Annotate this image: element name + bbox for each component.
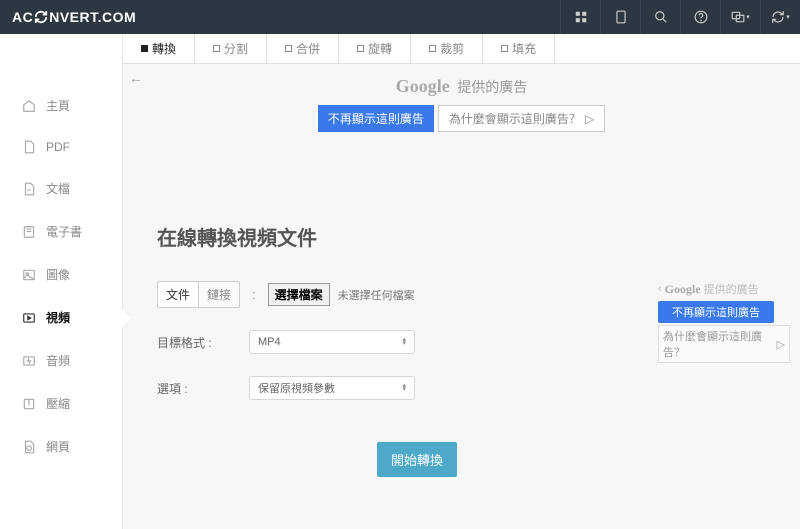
square-icon (213, 45, 220, 52)
square-icon (357, 45, 364, 52)
start-convert-button[interactable]: 開始轉換 (377, 442, 457, 477)
source-row: 文件 鏈接 : 選擇檔案 未選擇任何檔案 (157, 281, 654, 308)
archive-icon (22, 397, 36, 411)
tab-label: 填充 (512, 40, 536, 57)
chevron-left-icon[interactable]: ‹ (658, 283, 662, 295)
grid-icon[interactable] (560, 0, 600, 34)
back-arrow-icon[interactable]: ← (129, 70, 143, 86)
tab-label: 分割 (224, 40, 248, 57)
ad-banner: Google 提供的廣告 不再顯示這則廣告 為什麼會顯示這則廣告？ ▷ (123, 76, 800, 132)
options-row: 選項 : 保留原視頻參數 ▴▾ (157, 376, 654, 400)
square-icon (429, 45, 436, 52)
source-tabs: 文件 鏈接 (157, 281, 240, 308)
sidebar-item-label: 網頁 (46, 438, 70, 455)
side-ad-header: ‹ Google 提供的廣告 (658, 281, 790, 297)
tab-split[interactable]: 分割 (195, 34, 267, 63)
sidebar-item-document[interactable]: W 文檔 (0, 167, 122, 210)
side-ad-why-label: 為什麼會顯示這則廣告？ (663, 328, 774, 360)
target-value: MP4 (258, 336, 281, 348)
audio-icon (22, 354, 36, 368)
sidebar-item-label: 視頻 (46, 309, 70, 326)
language-icon[interactable]: ▾ (720, 0, 760, 34)
side-ad-suffix: 提供的廣告 (704, 281, 759, 297)
sidebar-item-video[interactable]: 視頻 (0, 296, 122, 339)
tab-label: 轉換 (152, 40, 176, 57)
search-icon[interactable] (640, 0, 680, 34)
brand-logo[interactable]: AC NVERT.COM (12, 9, 136, 25)
sidebar-item-label: PDF (46, 140, 70, 154)
tab-merge[interactable]: 合併 (267, 34, 339, 63)
tab-crop[interactable]: 裁剪 (411, 34, 483, 63)
square-icon (501, 45, 508, 52)
target-row: 目標格式 : MP4 ▴▾ (157, 330, 654, 354)
sidebar-item-archive[interactable]: 壓縮 (0, 382, 122, 425)
tab-label: 旋轉 (368, 40, 392, 57)
sidebar-item-label: 音頻 (46, 352, 70, 369)
google-logo-small: Google (665, 282, 701, 297)
google-logo: Google (396, 76, 450, 96)
sidebar-item-label: 主頁 (46, 97, 70, 114)
page-title: 在線轉換視頻文件 (157, 222, 800, 251)
tab-pad[interactable]: 填充 (483, 34, 555, 63)
target-label: 目標格式 (157, 336, 205, 350)
options-label: 選項 (157, 382, 181, 396)
source-tab-url[interactable]: 鏈接 (199, 282, 239, 307)
ad-suffix: 提供的廣告 (457, 79, 527, 95)
sidebar-item-home[interactable]: 主頁 (0, 84, 122, 127)
sidebar-item-pdf[interactable]: PDF (0, 127, 122, 167)
square-icon (141, 45, 148, 52)
sidebar: 主頁 PDF W 文檔 電子書 圖像 視頻 音頻 壓縮 網頁 (0, 34, 122, 529)
sidebar-item-image[interactable]: 圖像 (0, 253, 122, 296)
side-ad-why-button[interactable]: 為什麼會顯示這則廣告？▷ (658, 325, 790, 363)
convert-form: 文件 鏈接 : 選擇檔案 未選擇任何檔案 目標格式 : MP4 ▴▾ (157, 281, 654, 477)
square-icon (285, 45, 292, 52)
side-ad: ‹ Google 提供的廣告 不再顯示這則廣告 為什麼會顯示這則廣告？▷ (658, 281, 790, 477)
ad-why-label: 為什麼會顯示這則廣告？ (449, 110, 581, 127)
tablet-icon[interactable] (600, 0, 640, 34)
play-icon: ▷ (777, 338, 785, 351)
sidebar-item-label: 文檔 (46, 180, 70, 197)
ad-hide-button[interactable]: 不再顯示這則廣告 (318, 105, 434, 132)
book-icon (22, 225, 36, 239)
side-ad-hide-button[interactable]: 不再顯示這則廣告 (658, 301, 774, 323)
brand-post: NVERT.COM (49, 9, 136, 25)
action-tabs: 轉換 分割 合併 旋轉 裁剪 填充 (123, 34, 800, 64)
source-tab-file[interactable]: 文件 (158, 282, 199, 307)
refresh-icon[interactable]: ▾ (760, 0, 800, 34)
colon: : (252, 287, 256, 302)
doc-icon: W (22, 182, 36, 196)
tab-rotate[interactable]: 旋轉 (339, 34, 411, 63)
options-value: 保留原視頻參數 (258, 380, 335, 396)
sidebar-item-ebook[interactable]: 電子書 (0, 210, 122, 253)
sidebar-item-audio[interactable]: 音頻 (0, 339, 122, 382)
sidebar-item-label: 電子書 (46, 223, 82, 240)
brand-pre: AC (12, 9, 33, 25)
refresh-logo-icon (34, 10, 48, 24)
svg-text:W: W (27, 187, 32, 192)
options-select[interactable]: 保留原視頻參數 ▴▾ (249, 376, 415, 400)
tab-convert[interactable]: 轉換 (123, 34, 195, 63)
home-icon (22, 99, 36, 113)
choose-file-button[interactable]: 選擇檔案 (268, 283, 330, 306)
sidebar-item-label: 圖像 (46, 266, 70, 283)
image-icon (22, 268, 36, 282)
pdf-icon (22, 140, 36, 154)
video-icon (22, 311, 36, 325)
top-icon-bar: ▾ ▾ (560, 0, 800, 34)
tab-label: 合併 (296, 40, 320, 57)
tab-label: 裁剪 (440, 40, 464, 57)
sidebar-item-label: 壓縮 (46, 395, 70, 412)
caret-icon: ▴▾ (402, 384, 406, 392)
target-format-select[interactable]: MP4 ▴▾ (249, 330, 415, 354)
file-status: 未選擇任何檔案 (338, 287, 415, 303)
ad-why-button[interactable]: 為什麼會顯示這則廣告？ ▷ (438, 105, 605, 132)
play-icon: ▷ (585, 112, 594, 126)
sidebar-item-webpage[interactable]: 網頁 (0, 425, 122, 468)
help-icon[interactable] (680, 0, 720, 34)
caret-icon: ▴▾ (402, 338, 406, 346)
top-nav: AC NVERT.COM ▾ ▾ (0, 0, 800, 34)
web-icon (22, 440, 36, 454)
